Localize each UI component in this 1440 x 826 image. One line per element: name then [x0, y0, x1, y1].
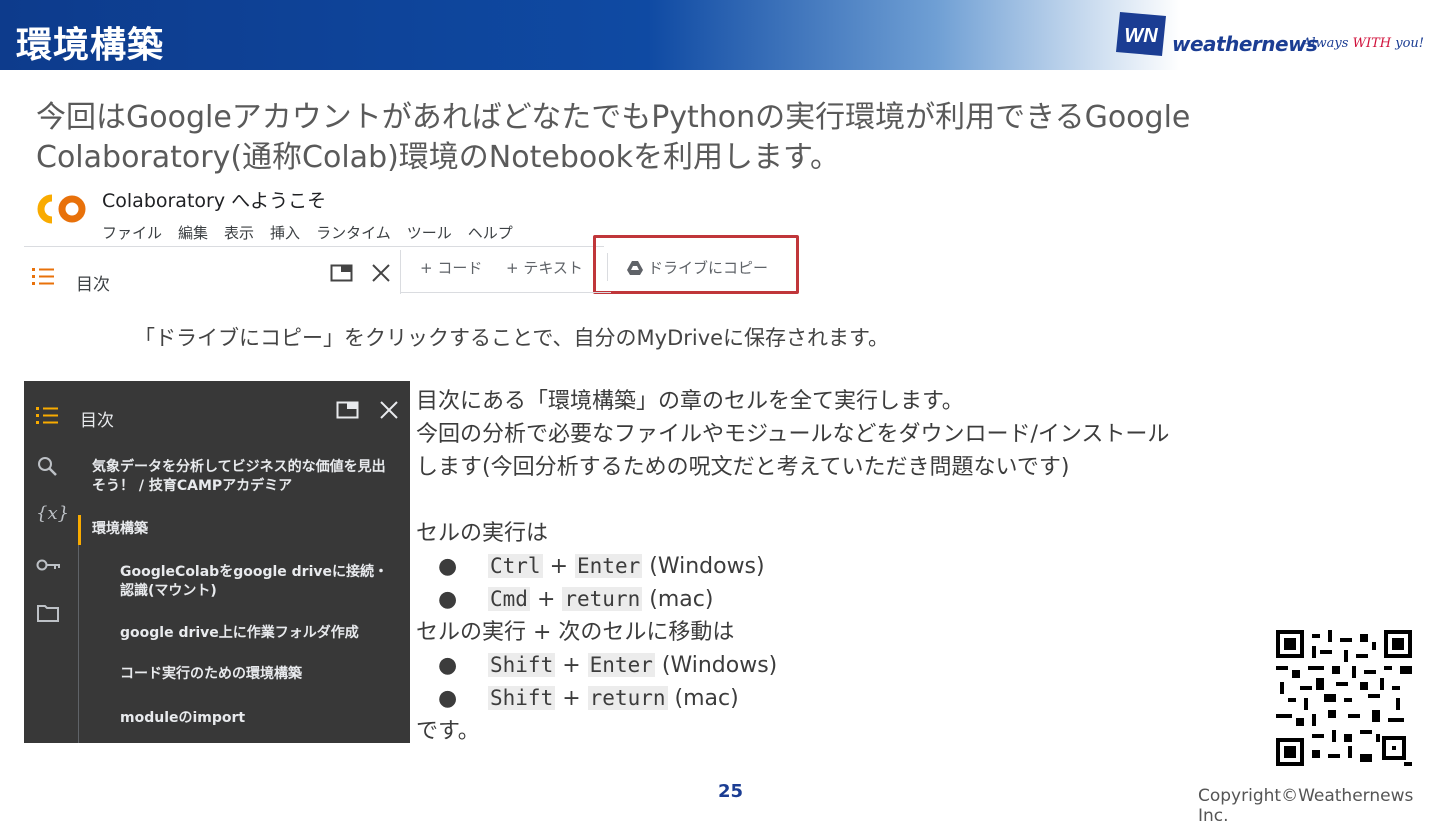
toc-item[interactable]: google drive上に作業フォルダ作成: [120, 624, 359, 643]
bullet: ●: [438, 587, 458, 612]
colab-logo-icon: [37, 194, 86, 224]
list-icon[interactable]: [36, 405, 60, 427]
shortcut-line: Ctrl + Enter (Windows): [488, 554, 765, 579]
colab-menu-bar: ファイル 編集 表示 挿入 ランタイム ツール ヘルプ: [102, 222, 513, 243]
shortcut-line: Shift + return (mac): [488, 686, 739, 711]
menu-file[interactable]: ファイル: [102, 222, 162, 243]
key-label: Enter: [587, 653, 655, 677]
menu-runtime[interactable]: ランタイム: [316, 222, 391, 243]
svg-text:WN: WN: [1124, 25, 1158, 47]
instruction-line: 目次にある「環境構築」の章のセルを全て実行します。: [416, 389, 964, 414]
instruction-line: します(今回分析するための呪文だと考えていただき問題ないです): [416, 455, 1070, 480]
folder-icon[interactable]: [36, 603, 60, 623]
add-text-button[interactable]: + テキスト: [506, 257, 583, 278]
shortcut-line: Shift + Enter (Windows): [488, 653, 778, 678]
header-banner: 環境構築 WN weathernews Always WITH you!: [0, 0, 1440, 70]
toc-item[interactable]: 気象データを分析してビジネス的な価値を見出そう！ / 技育CAMPアカデミア: [92, 458, 392, 496]
toc-label: 目次: [76, 275, 110, 295]
divider: [78, 545, 79, 743]
page-number: 25: [718, 781, 744, 802]
brand-name: weathernews: [1172, 32, 1318, 56]
key-label: Enter: [575, 554, 643, 578]
shortcut-line: Cmd + return (mac): [488, 587, 714, 612]
divider: [401, 292, 611, 293]
key-label: return: [562, 587, 643, 611]
menu-edit[interactable]: 編集: [178, 222, 208, 243]
key-label: Shift: [488, 686, 556, 710]
list-icon[interactable]: [32, 266, 56, 288]
menu-tools[interactable]: ツール: [407, 222, 452, 243]
divider: [24, 246, 604, 247]
open-in-window-icon[interactable]: [336, 399, 360, 421]
toc-panel: 目次 {x} 気象データを分析してビジネス的な価値を見出そう！ / 技育CAMP…: [24, 381, 410, 743]
highlight-box: [593, 235, 799, 294]
toc-item[interactable]: GoogleColabをgoogle driveに接続・認識(マウント): [120, 563, 390, 601]
menu-insert[interactable]: 挿入: [270, 222, 300, 243]
run-next-heading: セルの実行 + 次のセルに移動は: [416, 620, 735, 645]
toc-item[interactable]: moduleのimport: [120, 709, 245, 728]
open-in-window-icon[interactable]: [330, 262, 354, 284]
variables-icon[interactable]: {x}: [36, 503, 69, 524]
menu-help[interactable]: ヘルプ: [468, 222, 513, 243]
toc-panel-title: 目次: [80, 411, 114, 431]
bullet: ●: [438, 653, 458, 678]
brand-block: WN weathernews Always WITH you!: [1116, 6, 1426, 64]
intro-text: 今回はGoogleアカウントがあればどなたでもPythonの実行環境が利用できる…: [36, 100, 1191, 175]
key-label: Shift: [488, 653, 556, 677]
slide-title: 環境構築: [16, 25, 165, 66]
add-code-button[interactable]: + コード: [420, 257, 482, 278]
toc-header: 目次: [24, 258, 400, 298]
toc-item[interactable]: コード実行のための環境構築: [120, 665, 302, 684]
copyright: Copyright©Weathernews Inc.: [1198, 786, 1414, 826]
divider: [400, 250, 401, 294]
search-icon[interactable]: [36, 455, 58, 477]
key-label: Ctrl: [488, 554, 543, 578]
close-icon[interactable]: [370, 262, 392, 284]
note-text: 「ドライブにコピー」をクリックすることで、自分のMyDriveに保存されます。: [134, 326, 889, 350]
bullet: ●: [438, 554, 458, 579]
key-label: Cmd: [488, 587, 530, 611]
menu-view[interactable]: 表示: [224, 222, 254, 243]
run-heading: セルの実行は: [416, 521, 549, 546]
bullet: ●: [438, 686, 458, 711]
qr-code-icon[interactable]: [1276, 630, 1412, 766]
instruction-line: 今回の分析で必要なファイルやモジュールなどをダウンロード/インストール: [416, 422, 1170, 447]
colab-title: Colaboratory へようこそ: [102, 190, 327, 212]
close-icon[interactable]: [378, 399, 400, 421]
ending-text: です。: [416, 719, 480, 744]
brand-tagline: Always WITH you!: [1302, 36, 1424, 51]
toc-item-active[interactable]: 環境構築: [92, 520, 148, 539]
weathernews-logo-icon: WN: [1116, 12, 1166, 56]
key-label: return: [587, 686, 668, 710]
active-indicator: [78, 515, 81, 545]
key-icon[interactable]: [36, 555, 62, 575]
